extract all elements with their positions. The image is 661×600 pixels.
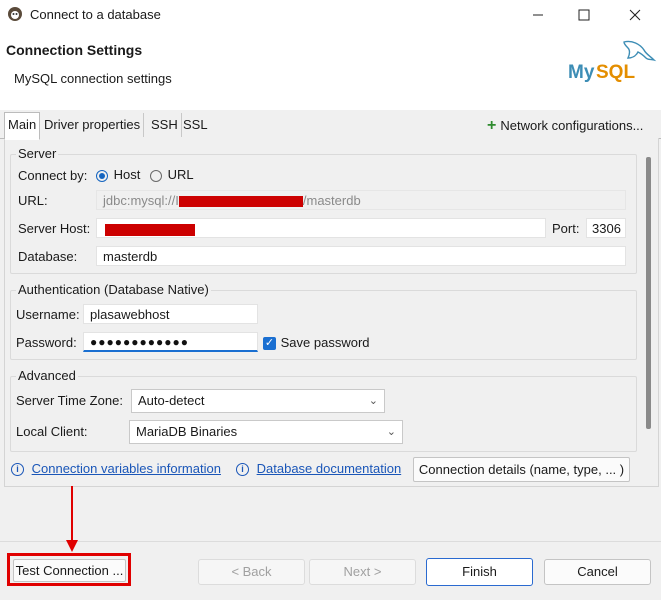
- tab-main[interactable]: Main: [4, 112, 41, 140]
- database-label: Database:: [18, 249, 78, 264]
- close-icon: [629, 9, 641, 21]
- test-connection-button[interactable]: Test Connection ...: [13, 559, 126, 582]
- close-button[interactable]: [612, 0, 658, 30]
- svg-text:SQL: SQL: [596, 62, 635, 82]
- tab-driver-properties[interactable]: Driver properties: [41, 113, 145, 137]
- url-label: URL:: [18, 193, 48, 208]
- port-input[interactable]: 3306: [586, 218, 626, 238]
- db-docs-link-text: Database documentation: [256, 461, 402, 476]
- svg-text:My: My: [568, 62, 595, 82]
- server-timezone-value: Auto-detect: [138, 393, 205, 408]
- minimize-icon: [533, 14, 543, 16]
- vertical-scrollbar[interactable]: [646, 157, 651, 429]
- maximize-button[interactable]: [561, 0, 607, 30]
- username-input[interactable]: plasawebhost: [83, 304, 258, 324]
- chevron-down-icon: ⌄: [368, 395, 378, 407]
- info-icon: i: [236, 463, 249, 477]
- save-password-checkbox[interactable]: ✓ Save password: [263, 335, 370, 351]
- radio-url[interactable]: URL: [150, 167, 194, 182]
- url-field: jdbc:mysql://I/masterdb: [96, 190, 626, 210]
- password-input[interactable]: ●●●●●●●●●●●●: [83, 332, 258, 352]
- radio-host-indicator: [96, 169, 108, 182]
- db-docs-link[interactable]: i Database documentation: [236, 461, 402, 477]
- radio-host[interactable]: Host: [96, 167, 140, 182]
- cancel-button[interactable]: Cancel: [544, 559, 651, 585]
- server-timezone-select[interactable]: Auto-detect ⌄: [131, 389, 385, 413]
- checkmark-icon: ✓: [263, 337, 276, 351]
- advanced-group-label: Advanced: [16, 368, 78, 383]
- server-host-label: Server Host:: [18, 221, 91, 236]
- save-password-label: Save password: [280, 335, 370, 350]
- radio-url-label: URL: [167, 167, 194, 182]
- page-subtitle: MySQL connection settings: [14, 71, 172, 86]
- radio-host-label: Host: [113, 167, 141, 182]
- conn-vars-link[interactable]: i Connection variables information: [11, 461, 221, 477]
- annotation-arrow: [66, 486, 78, 552]
- mysql-logo: My SQL: [566, 36, 658, 85]
- port-label: Port:: [552, 221, 580, 236]
- url-host-redaction: [178, 196, 303, 208]
- database-input[interactable]: masterdb: [96, 246, 626, 266]
- connection-details-button[interactable]: Connection details (name, type, ... ): [413, 457, 630, 482]
- url-suffix: /masterdb: [302, 193, 361, 208]
- mysql-dolphin-icon: My SQL: [568, 40, 657, 83]
- chevron-down-icon: ⌄: [386, 426, 396, 438]
- conn-vars-link-text: Connection variables information: [31, 461, 221, 476]
- network-configurations-label: Network configurations...: [500, 118, 644, 133]
- next-button[interactable]: Next >: [309, 559, 416, 585]
- info-icon: i: [11, 463, 24, 477]
- tab-ssl[interactable]: SSL: [180, 113, 211, 137]
- auth-group-label: Authentication (Database Native): [16, 282, 211, 297]
- server-host-redaction: [105, 223, 195, 236]
- finish-button[interactable]: Finish: [426, 558, 533, 586]
- local-client-label: Local Client:: [16, 424, 88, 439]
- server-group-label: Server: [16, 146, 59, 161]
- window-title: Connect to a database: [30, 7, 161, 22]
- server-timezone-label: Server Time Zone:: [16, 393, 123, 408]
- local-client-select[interactable]: MariaDB Binaries ⌄: [129, 420, 403, 444]
- footer-divider: [0, 541, 661, 542]
- username-label: Username:: [16, 307, 80, 322]
- server-host-input[interactable]: [96, 218, 546, 238]
- local-client-value: MariaDB Binaries: [136, 424, 238, 439]
- tab-ssh[interactable]: SSH: [148, 113, 182, 137]
- network-configurations-button[interactable]: + Network configurations...: [487, 117, 643, 135]
- radio-url-indicator: [150, 169, 162, 182]
- password-label: Password:: [16, 335, 77, 350]
- maximize-icon: [578, 9, 590, 21]
- test-connection-label: Test Connection ...: [15, 563, 124, 578]
- back-button[interactable]: < Back: [198, 559, 305, 585]
- url-prefix: jdbc:mysql://: [103, 193, 176, 208]
- connect-by-label: Connect by:: [18, 168, 88, 183]
- plus-icon: +: [487, 117, 497, 134]
- page-title: Connection Settings: [6, 42, 143, 58]
- dbeaver-app-icon: [8, 7, 22, 21]
- minimize-button[interactable]: [515, 0, 561, 30]
